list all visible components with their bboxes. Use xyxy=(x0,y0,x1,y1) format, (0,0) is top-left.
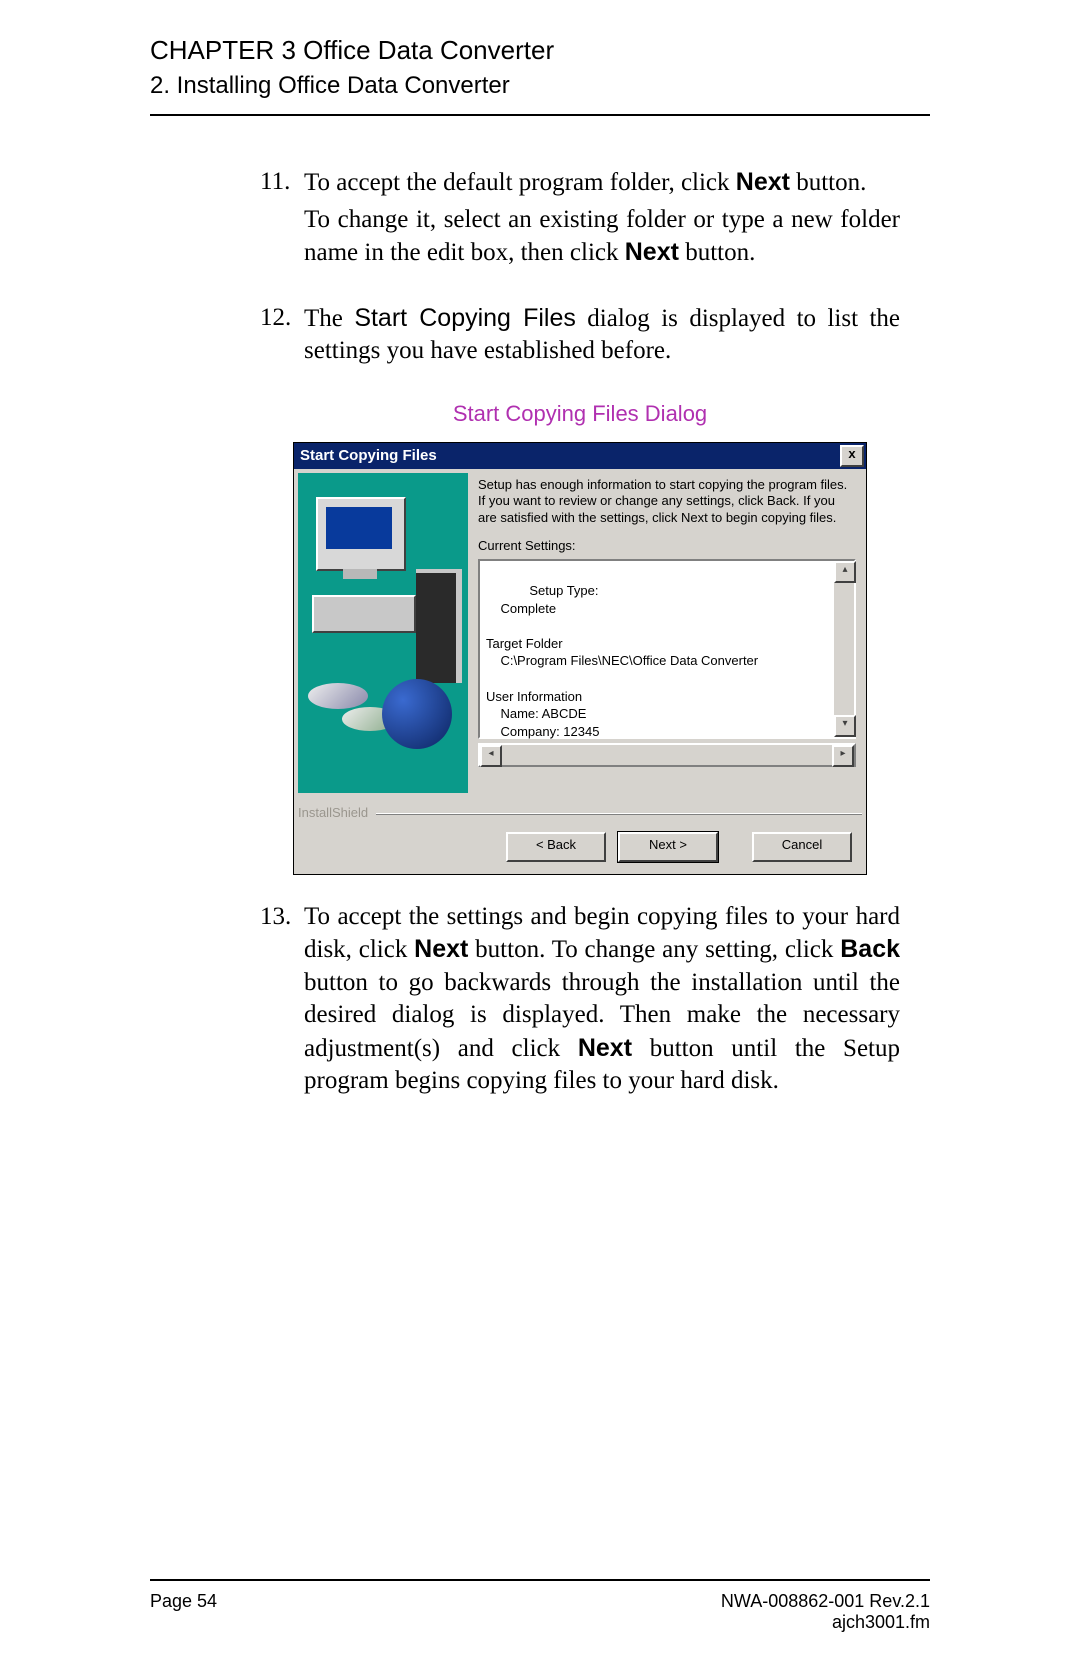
footer-page: Page 54 xyxy=(150,1591,217,1633)
header-rule xyxy=(150,114,930,116)
section-title: 2. Installing Office Data Converter xyxy=(150,72,930,100)
step-number: 12. xyxy=(260,302,304,372)
tower-icon xyxy=(416,569,462,683)
scroll-up-icon[interactable]: ▴ xyxy=(834,561,856,583)
step-body: To accept the settings and begin copying… xyxy=(304,901,900,1102)
monitor-icon xyxy=(316,497,406,571)
footer-rule xyxy=(150,1579,930,1581)
chapter-title: CHAPTER 3 Office Data Converter xyxy=(150,35,930,66)
step-13: 13. To accept the settings and begin cop… xyxy=(260,901,900,1102)
step-body: The Start Copying Files dialog is displa… xyxy=(304,302,900,372)
next-button[interactable]: Next > xyxy=(618,832,718,862)
installshield-brand: InstallShield xyxy=(298,805,368,822)
step-number: 13. xyxy=(260,901,304,1102)
footer-filename: ajch3001.fm xyxy=(721,1612,930,1633)
figure-caption: Start Copying Files Dialog xyxy=(260,400,900,429)
step-11: 11. To accept the default program folder… xyxy=(260,166,900,274)
start-copying-files-dialog: Start Copying Files x Setup has enough i… xyxy=(293,442,867,875)
cancel-button[interactable]: Cancel xyxy=(752,832,852,862)
current-settings-box: Setup Type: Complete Target Folder C:\Pr… xyxy=(478,559,856,739)
current-settings-text: Setup Type: Complete Target Folder C:\Pr… xyxy=(486,583,758,738)
scroll-down-icon[interactable]: ▾ xyxy=(834,715,856,737)
horizontal-scrollbar[interactable]: ◂ ▸ xyxy=(478,743,856,767)
dialog-side-graphic xyxy=(298,473,468,793)
close-icon[interactable]: x xyxy=(840,445,864,467)
step-body: To accept the default program folder, cl… xyxy=(304,166,900,274)
keyboard-icon xyxy=(312,595,416,633)
disc-icon xyxy=(308,683,368,709)
body-content: 11. To accept the default program folder… xyxy=(260,166,900,1102)
step-12: 12. The Start Copying Files dialog is di… xyxy=(260,302,900,372)
scroll-right-icon[interactable]: ▸ xyxy=(832,745,854,767)
step-number: 11. xyxy=(260,166,304,274)
dialog-button-row: < Back Next > Cancel xyxy=(294,822,866,874)
back-button[interactable]: < Back xyxy=(506,832,606,862)
page-header: CHAPTER 3 Office Data Converter 2. Insta… xyxy=(150,35,930,116)
page-footer: Page 54 NWA-008862-001 Rev.2.1 ajch3001.… xyxy=(150,1565,930,1633)
current-settings-label: Current Settings: xyxy=(478,538,856,555)
vertical-scrollbar[interactable]: ▴ ▾ xyxy=(834,561,854,737)
globe-icon xyxy=(382,679,452,749)
footer-doc-id: NWA-008862-001 Rev.2.1 xyxy=(721,1591,930,1612)
dialog-titlebar: Start Copying Files x xyxy=(294,443,866,469)
dialog-instruction: Setup has enough information to start co… xyxy=(478,477,856,526)
dialog-title: Start Copying Files xyxy=(300,446,840,466)
